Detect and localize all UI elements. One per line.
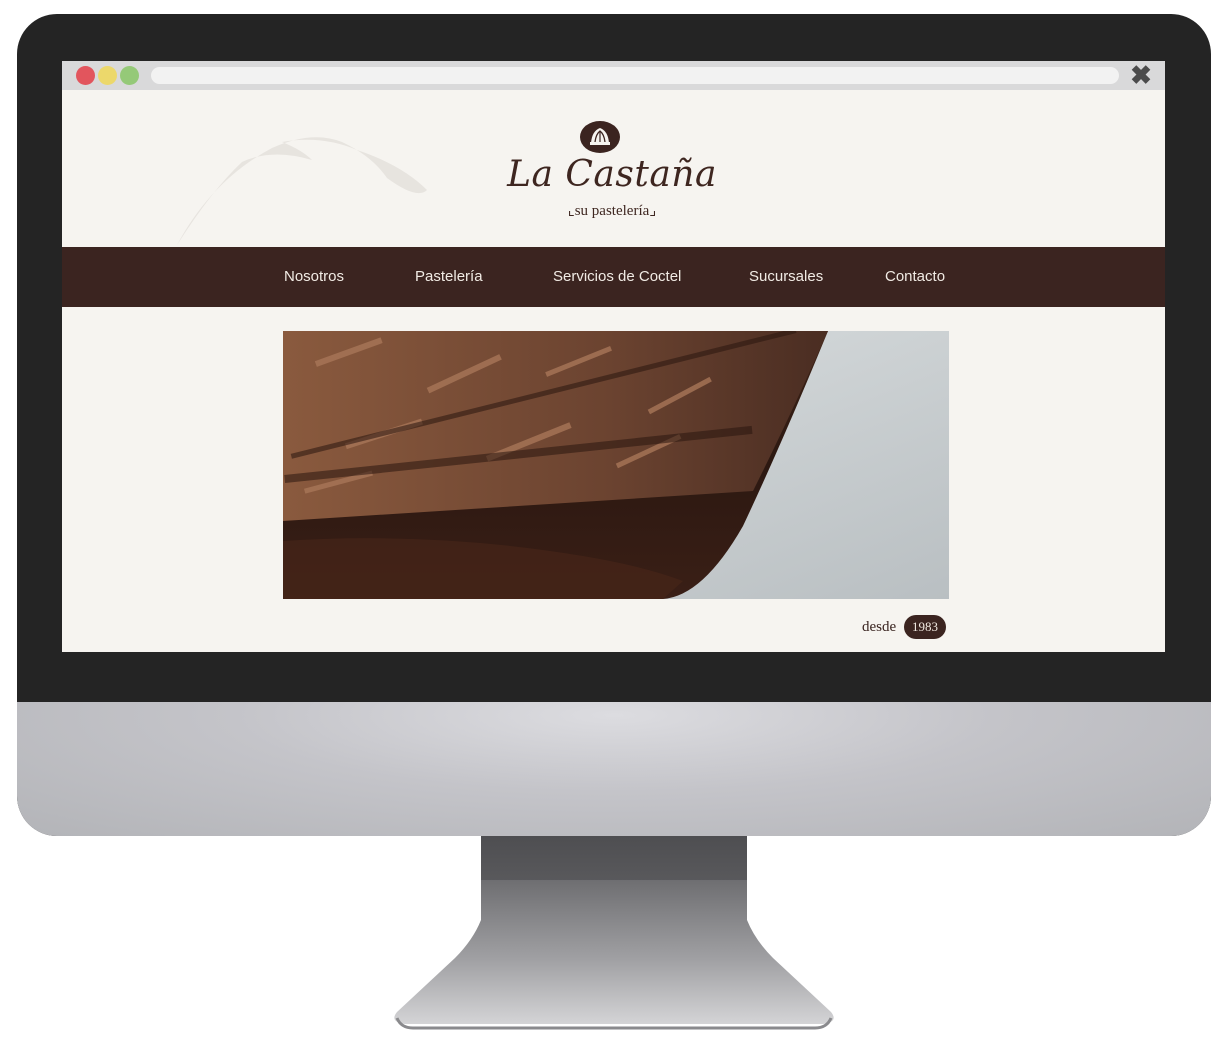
nav-item-contacto[interactable]: Contacto <box>885 268 945 285</box>
window-minimize-dot[interactable] <box>98 66 117 85</box>
monitor-chin <box>17 702 1211 836</box>
address-bar[interactable] <box>151 67 1119 84</box>
year-badge: 1983 <box>904 615 946 639</box>
nav-item-servicios-de-coctel[interactable]: Servicios de Coctel <box>553 268 681 285</box>
tagline-text: su pastelería <box>574 203 650 219</box>
nav-item-sucursales[interactable]: Sucursales <box>749 268 823 285</box>
close-icon[interactable]: ✖ <box>1129 62 1153 88</box>
brand-tagline: ⌞su pastelería⌟ <box>462 201 762 220</box>
main-navigation: Nosotros Pastelería Servicios de Coctel … <box>62 247 1165 307</box>
browser-toolbar: ✖ <box>62 61 1165 90</box>
window-close-dot[interactable] <box>76 66 95 85</box>
window-maximize-dot[interactable] <box>120 66 139 85</box>
chestnut-logo-icon <box>580 121 620 153</box>
nav-item-pasteleria[interactable]: Pastelería <box>415 268 483 285</box>
tagline-flourish-left: ⌞ <box>567 203 575 219</box>
site-header: La Castaña ⌞su pastelería⌟ <box>62 90 1165 247</box>
monitor-stand-base <box>394 880 834 1030</box>
nav-item-nosotros[interactable]: Nosotros <box>284 268 344 285</box>
since-label: desde <box>862 619 897 635</box>
tagline-flourish-right: ⌟ <box>649 203 657 219</box>
brand-name[interactable]: La Castaña <box>462 154 762 195</box>
browser-window: ✖ La Castaña ⌞su pastelería⌟ Nosotros Pa… <box>62 61 1165 652</box>
hero-cake-image <box>283 331 949 599</box>
decorative-swoosh <box>177 137 427 245</box>
